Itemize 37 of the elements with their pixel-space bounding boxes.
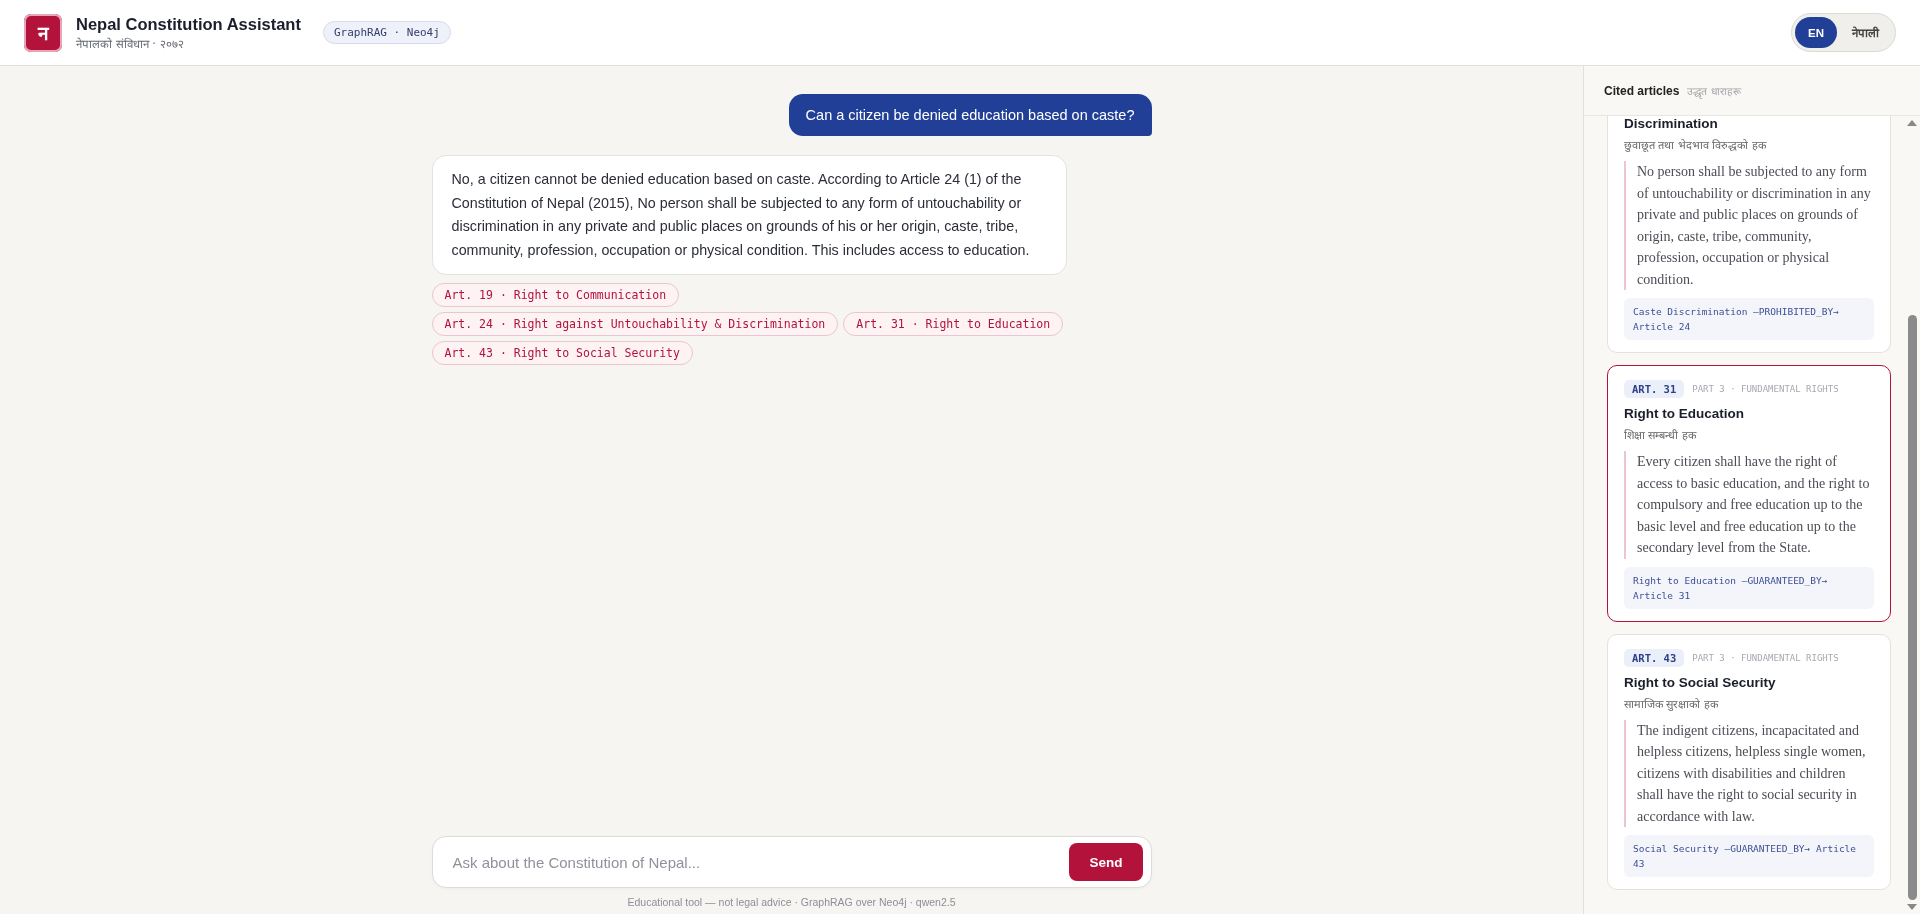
citation-chip[interactable]: Art. 43 · Right to Social Security [431,341,693,365]
scroll-down-icon[interactable] [1907,904,1917,910]
article-card[interactable] [1607,365,1891,622]
scroll-up-icon[interactable] [1907,120,1917,126]
sidebar-subtitle: उद्धृत धाराहरू [1687,83,1741,98]
article-quote: No person shall be subjected to any form of untouchability or discrimination in any private and public places on grounds of origin, caste, tribe, community, profession, occupation or physical condition. [1624,161,1874,290]
article-title: Right to Education [1624,406,1745,421]
tech-badge: GraphRAG · Neo4j [322,21,451,44]
article-quote: The indigent citizens, incapacitated and helpless citizens, helpless single women, citizens with disabilities and children shall have the right to social security in accordance with law. [1624,719,1874,827]
assistant-message: No, a citizen cannot be denied education based on caste. According to Article 24 (1) of the Constitution of Nepal (2015), No person shall be subjected to any form of untouchability or discrimination in any private and public places on grounds of his or her origin, caste, tribe, community, profession, occupation or physical condition. This includes access to education. [431,155,1067,275]
article-title-nepali: छुवाछूत तथा भेदभाव विरुद्धको हक [1624,138,1768,152]
article-title: Discrimination [1624,116,1719,131]
sidebar-title: Cited articles [1604,83,1680,98]
user-message: Can a citizen be denied education based on caste? [788,94,1152,136]
graph-relation: Caste Discrimination —PROHIBITED_BY→ Article 24 [1624,298,1874,340]
scrollbar-thumb[interactable] [1907,314,1917,900]
language-option[interactable]: EN [1795,17,1837,48]
graph-relation: Social Security —GUARANTEED_BY→ Article 43 [1624,835,1874,877]
graph-relation: Right to Education —GUARANTEED_BY→ Article 31 [1624,566,1874,609]
app-subtitle: नेपालको संविधान · २०७२ [76,35,185,51]
app-title: Nepal Constitution Assistant [76,14,301,34]
send-button[interactable]: Send [1069,843,1143,881]
article-number: ART. 31 [1624,380,1685,398]
article-number: ART. 43 [1624,648,1685,667]
article-part: PART 3 · FUNDAMENTAL RIGHTS [1692,652,1839,663]
citation-chip[interactable]: Art. 24 · Right against Untouchability & Discrimination [431,312,839,336]
language-option[interactable]: नेपाली [1839,17,1892,48]
citation-chip[interactable]: Art. 19 · Right to Communication [431,283,680,307]
article-part: PART 3 · FUNDAMENTAL RIGHTS [1692,384,1839,394]
article-title: Right to Social Security [1624,674,1777,690]
citation-chip[interactable]: Art. 31 · Right to Education [843,312,1064,336]
article-title-nepali: सामाजिक सुरक्षाको हक [1624,696,1720,711]
footer-note: Educational tool — not legal advice · GraphRAG over Neo4j · qwen2.5 [627,895,956,910]
article-title-nepali: शिक्षा सम्बन्धी हक [1624,428,1698,442]
question-field[interactable]: Ask about the Constitution of Nepal... Send [431,836,1152,888]
article-quote: Every citizen shall have the right of access to basic education, and the right to compulsory and free education up to the basic level and free education up to the secondary level from the State. [1624,451,1874,559]
app-logo: न [24,13,62,52]
